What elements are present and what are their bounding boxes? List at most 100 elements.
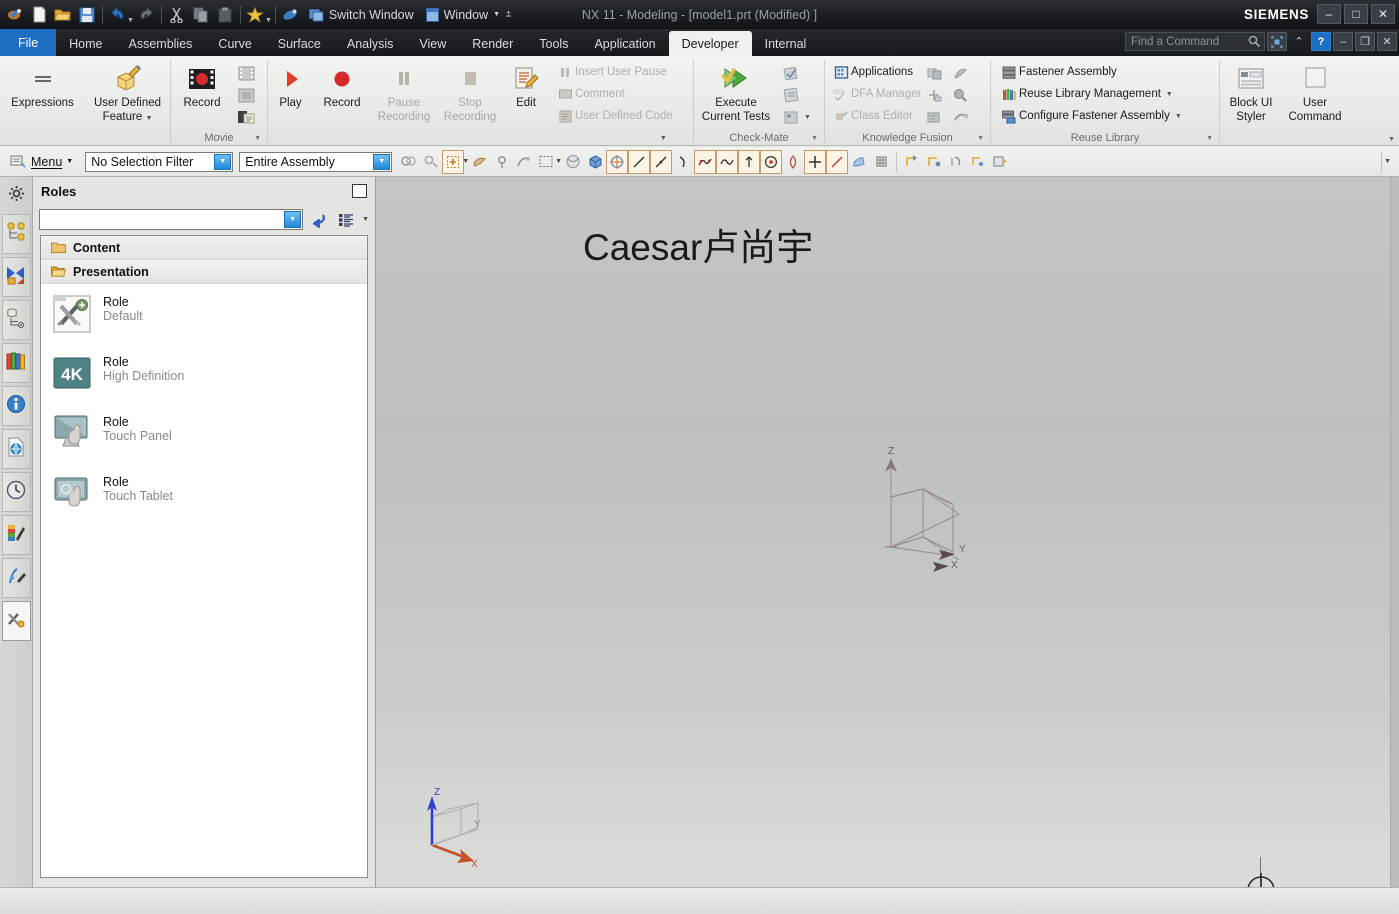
refresh-icon[interactable] <box>308 208 330 230</box>
journal-group-overflow-caret[interactable]: ▼ <box>660 135 667 142</box>
window-overflow-icon[interactable]: ⩲ <box>506 9 511 20</box>
undo-icon[interactable] <box>106 3 130 27</box>
sidebar-item-roles[interactable] <box>1 601 31 641</box>
tab-file[interactable]: File <box>0 29 57 56</box>
doc-restore-button[interactable]: ❐ <box>1355 32 1375 51</box>
list-item[interactable]: Role Touch Tablet <box>41 464 367 524</box>
rectangle-select-icon[interactable] <box>535 150 557 174</box>
kf-inspect-icon[interactable] <box>947 87 973 104</box>
grid-snap-icon[interactable] <box>870 150 892 174</box>
roles-search-input[interactable]: ▼ <box>39 208 304 230</box>
checkmate-report-icon[interactable] <box>778 87 804 104</box>
doc-close-button[interactable]: ✕ <box>1377 32 1397 51</box>
tab-render[interactable]: Render <box>459 31 526 56</box>
reuse-group-dialog-launcher[interactable]: ▼ <box>1206 135 1213 142</box>
select-face-icon[interactable] <box>469 150 491 174</box>
kf-rule-icon[interactable] <box>921 65 947 82</box>
cut-icon[interactable] <box>165 3 189 27</box>
expressions-button[interactable]: Expressions <box>0 60 85 110</box>
movie-group-dialog-launcher[interactable]: ▼ <box>254 135 261 142</box>
tab-assemblies[interactable]: Assemblies <box>116 31 206 56</box>
face-of-solid-icon[interactable] <box>848 150 870 174</box>
journal-record-button[interactable]: Record <box>313 60 371 110</box>
kf-group-dialog-launcher[interactable]: ▼ <box>977 135 984 142</box>
select-feature-icon[interactable] <box>442 149 465 174</box>
wcs-orient-icon[interactable] <box>967 150 989 174</box>
tab-internal[interactable]: Internal <box>752 31 820 56</box>
roles-folder-presentation[interactable]: Presentation <box>41 260 367 284</box>
udf-dropdown-caret[interactable]: ▼ <box>145 115 152 122</box>
rectangle-select-caret[interactable]: ▼ <box>555 158 562 165</box>
configure-fastener-command[interactable]: Configure Fastener Assembly ▼ <box>997 105 1182 127</box>
window-menu-button[interactable]: Window ▼ ⩲ <box>425 7 511 22</box>
movie-settings-icon[interactable] <box>233 109 259 126</box>
sidebar-item-constraint-navigator[interactable] <box>1 257 31 297</box>
selection-toolbar-overflow-caret[interactable]: ▼ <box>1384 158 1391 165</box>
cube-icon[interactable] <box>584 150 606 174</box>
snap-point-icon[interactable] <box>606 149 629 174</box>
reuse-library-mgmt-command[interactable]: Reuse Library Management ▼ <box>997 83 1182 105</box>
sidebar-item-assembly-navigator[interactable] <box>1 214 31 254</box>
user-defined-feature-button[interactable]: User Defined Feature ▼ <box>85 60 170 125</box>
wcs-dynamic-icon[interactable] <box>901 150 923 174</box>
window-maximize-button[interactable]: □ <box>1344 4 1368 24</box>
window-minimize-button[interactable]: – <box>1317 4 1341 24</box>
menu-caret[interactable]: ▼ <box>66 158 73 165</box>
block-ui-styler-button[interactable]: Block UI Styler <box>1220 60 1282 123</box>
new-file-icon[interactable] <box>27 3 51 27</box>
journal-play-button[interactable]: Play <box>268 60 313 110</box>
sidebar-item-part-navigator[interactable] <box>1 300 31 340</box>
between-points-icon[interactable] <box>826 149 849 174</box>
paste-icon[interactable] <box>213 3 237 27</box>
movie-frame-icon[interactable] <box>233 65 259 82</box>
journal-edit-button[interactable]: Edit <box>503 60 549 110</box>
select-curve-icon[interactable] <box>513 150 535 174</box>
sidebar-item-history[interactable] <box>1 472 31 512</box>
favorites-icon[interactable] <box>244 3 268 27</box>
list-item[interactable]: 4K Role High Definition <box>41 344 367 404</box>
sidebar-item-web-browser[interactable] <box>1 429 31 469</box>
wcs-rotate-icon[interactable] <box>945 150 967 174</box>
tab-application[interactable]: Application <box>581 31 668 56</box>
tab-view[interactable]: View <box>406 31 459 56</box>
window-close-button[interactable]: ✕ <box>1371 4 1395 24</box>
find-command-input[interactable]: Find a Command <box>1125 32 1265 51</box>
switch-window-button[interactable]: Switch Window <box>308 8 414 22</box>
checkmate-group-dialog-launcher[interactable]: ▼ <box>811 135 818 142</box>
kf-attach-icon[interactable] <box>921 87 947 104</box>
deselect-icon[interactable] <box>420 150 442 174</box>
list-item[interactable]: Role Default <box>41 284 367 344</box>
menu-button[interactable]: Menu ▼ <box>4 154 79 169</box>
solid-body-icon[interactable] <box>562 150 584 174</box>
select-general-icon[interactable] <box>398 150 420 174</box>
roles-folder-content[interactable]: Content <box>41 236 367 260</box>
checkmate-browse-icon[interactable] <box>778 109 804 126</box>
roles-view-options-caret[interactable]: ▼ <box>362 216 369 223</box>
roles-search-caret[interactable]: ▼ <box>284 210 302 228</box>
user-command-button[interactable]: User Command <box>1282 60 1348 123</box>
search-icon[interactable] <box>1248 35 1261 51</box>
open-folder-icon[interactable] <box>51 3 75 27</box>
tab-surface[interactable]: Surface <box>265 31 334 56</box>
kf-link-icon[interactable] <box>947 109 973 126</box>
tab-analysis[interactable]: Analysis <box>334 31 407 56</box>
point-on-face-icon[interactable] <box>804 149 827 174</box>
select-feature-caret[interactable]: ▼ <box>462 158 469 165</box>
checkmate-test-icon[interactable] <box>778 65 804 82</box>
list-view-icon[interactable] <box>335 208 357 230</box>
resource-bar-settings-button[interactable] <box>2 181 31 211</box>
window-menu-caret[interactable]: ▼ <box>493 11 500 18</box>
tab-tools[interactable]: Tools <box>526 31 581 56</box>
nx-logo-icon[interactable] <box>3 3 27 27</box>
pin-icon[interactable] <box>352 184 367 198</box>
tab-home[interactable]: Home <box>56 31 115 56</box>
sidebar-item-system-scene[interactable] <box>1 558 31 598</box>
command-finder-icon[interactable] <box>279 3 303 27</box>
checkmate-icons-caret[interactable]: ▼ <box>804 114 811 121</box>
doc-minimize-button[interactable]: – <box>1333 32 1353 51</box>
sidebar-item-reuse-library[interactable] <box>1 343 31 383</box>
existing-point-icon[interactable] <box>760 149 783 174</box>
movie-record-button[interactable]: Record <box>171 60 233 110</box>
control-point-icon[interactable] <box>672 150 694 174</box>
fastener-assembly-command[interactable]: Fastener Assembly <box>997 61 1182 83</box>
